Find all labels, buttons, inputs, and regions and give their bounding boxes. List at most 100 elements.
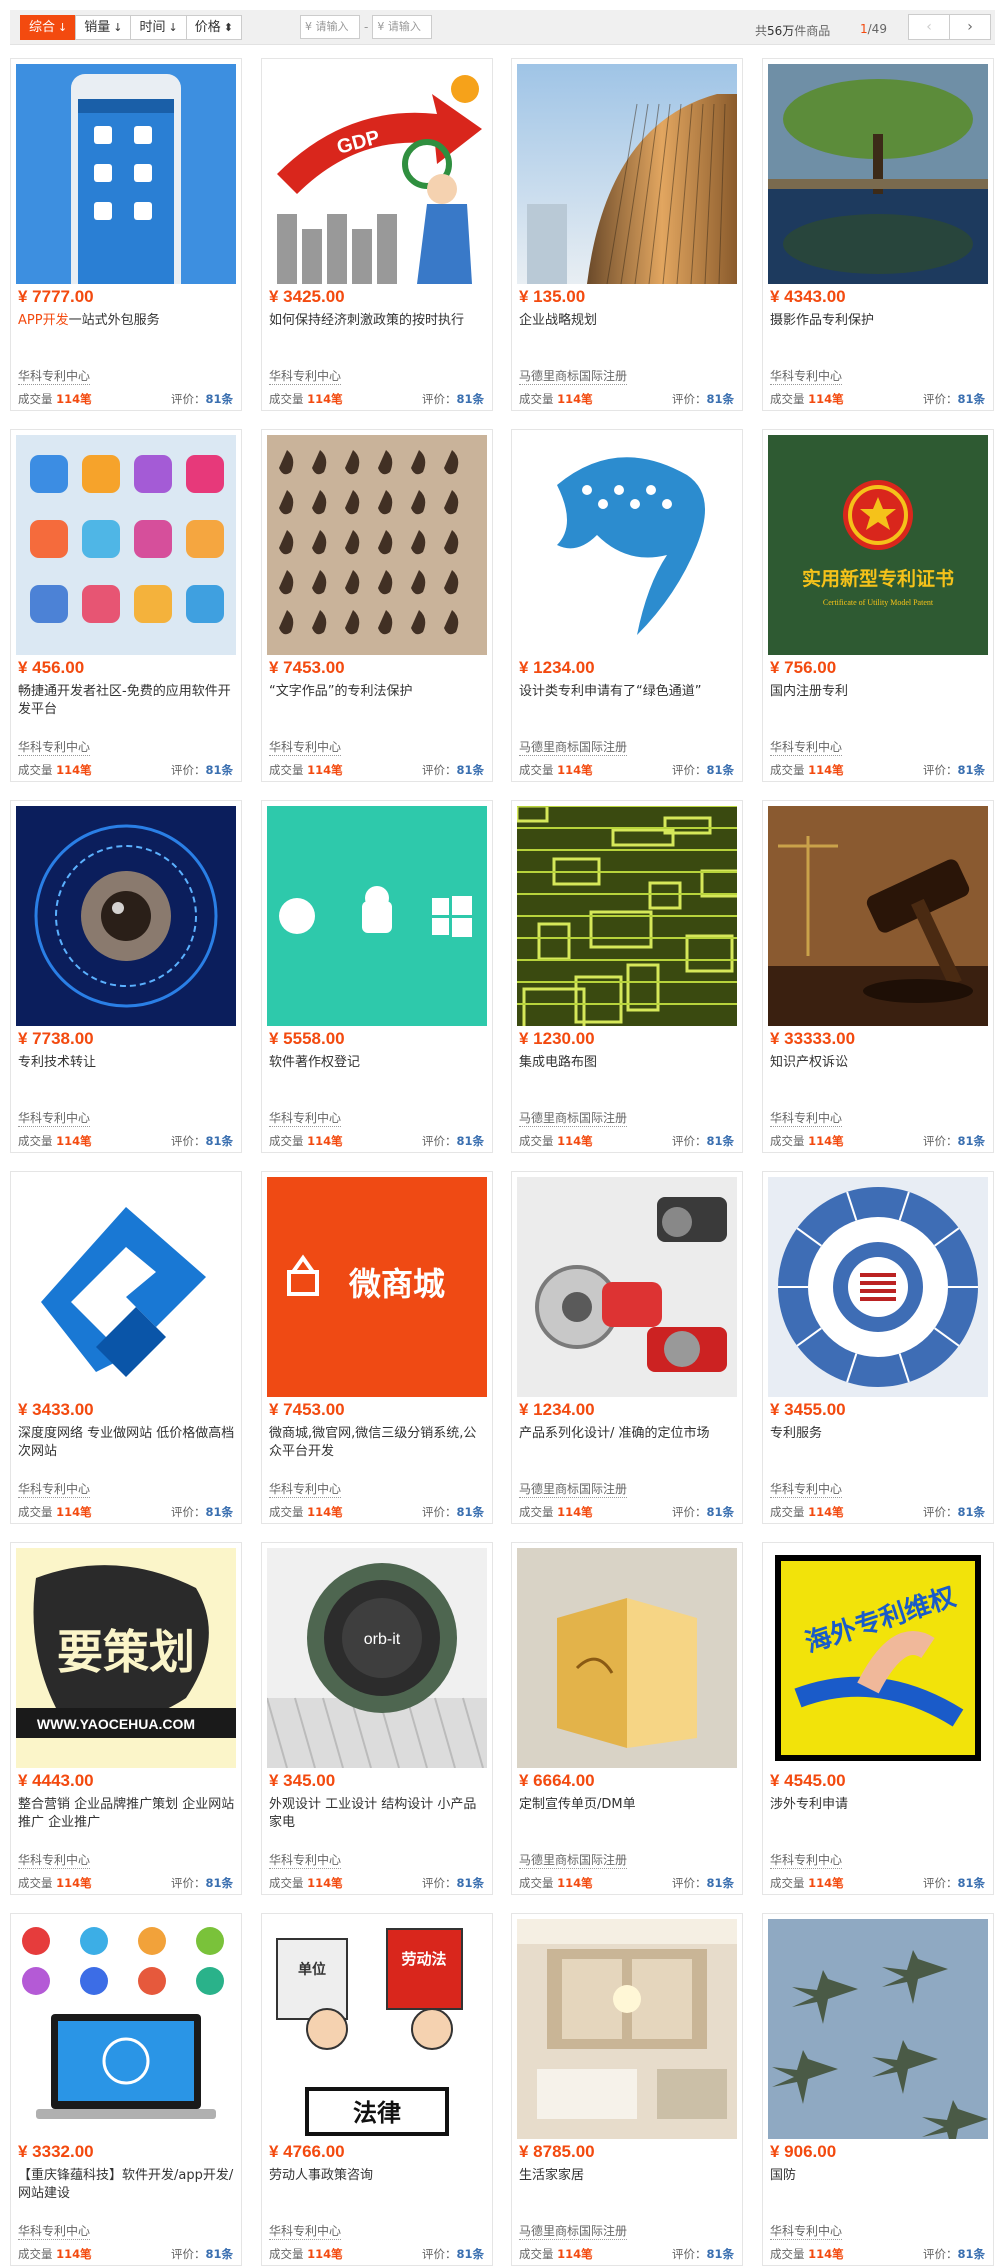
sort-sales-button[interactable]: 销量 ↓ [75, 15, 132, 40]
prev-page-button[interactable]: ‹ [908, 14, 950, 40]
product-image[interactable] [768, 1177, 988, 1397]
product-card[interactable]: ¥ 456.00 畅捷通开发者社区-免费的应用软件开发平台 华科专利中心 成交量… [10, 429, 242, 782]
review-count[interactable]: 评价：81条 [422, 1504, 484, 1520]
review-count[interactable]: 评价：81条 [422, 1133, 484, 1149]
product-title-link[interactable]: 微商城,微官网,微信三级分销系统,公众平台开发 [269, 1425, 487, 1461]
product-card[interactable]: ¥ 7453.00 “文字作品”的专利法保护 华科专利中心 成交量 114笔 评… [261, 429, 493, 782]
product-image[interactable]: 微商城 [267, 1177, 487, 1397]
sort-price-button[interactable]: 价格 ⬍ [185, 15, 242, 40]
product-card[interactable]: ¥ 33333.00 知识产权诉讼 华科专利中心 成交量 114笔 评价：81条 [762, 800, 994, 1153]
review-count[interactable]: 评价：81条 [422, 391, 484, 407]
product-image[interactable] [267, 435, 487, 655]
product-title-link[interactable]: 设计类专利申请有了“绿色通道” [519, 683, 737, 701]
shop-link[interactable]: 马德里商标国际注册 [519, 369, 628, 385]
product-image[interactable] [768, 64, 988, 284]
review-count[interactable]: 评价：81条 [672, 762, 734, 778]
price-min-input[interactable]: ¥ 请输入 [300, 15, 360, 39]
review-count[interactable]: 评价：81条 [171, 762, 233, 778]
product-title-link[interactable]: 集成电路布图 [519, 1054, 737, 1072]
product-card[interactable]: ¥ 7738.00 专利技术转让 华科专利中心 成交量 114笔 评价：81条 [10, 800, 242, 1153]
product-image[interactable]: 海外专利维权 [768, 1548, 988, 1768]
product-image[interactable] [517, 1919, 737, 2139]
product-card[interactable]: 劳动法 单位 法律 ¥ 4766.00 劳动人事政策咨询 华科专利中心 成交量 11… [261, 1913, 493, 2266]
shop-link[interactable]: 马德里商标国际注册 [519, 1482, 628, 1498]
shop-link[interactable]: 华科专利中心 [269, 740, 342, 756]
shop-link[interactable]: 华科专利中心 [18, 1111, 91, 1127]
product-card[interactable]: ¥ 4343.00 摄影作品专利保护 华科专利中心 成交量 114笔 评价：81… [762, 58, 994, 411]
review-count[interactable]: 评价：81条 [422, 2246, 484, 2262]
product-title-link[interactable]: 专利技术转让 [18, 1054, 236, 1072]
product-title-link[interactable]: 国内注册专利 [770, 683, 988, 701]
shop-link[interactable]: 华科专利中心 [770, 369, 843, 385]
product-title-link[interactable]: 企业战略规划 [519, 312, 737, 330]
shop-link[interactable]: 马德里商标国际注册 [519, 740, 628, 756]
product-title-link[interactable]: 畅捷通开发者社区-免费的应用软件开发平台 [18, 683, 236, 719]
product-image[interactable]: GDP [267, 64, 487, 284]
review-count[interactable]: 评价：81条 [923, 391, 985, 407]
product-image[interactable] [16, 1919, 236, 2139]
product-image[interactable]: 要策划 WWW.YAOCEHUA.COM [16, 1548, 236, 1768]
review-count[interactable]: 评价：81条 [171, 2246, 233, 2262]
shop-link[interactable]: 华科专利中心 [18, 740, 91, 756]
shop-link[interactable]: 华科专利中心 [770, 1482, 843, 1498]
product-card[interactable]: 实用新型专利证书 Certificate of Utility Model Pat… [762, 429, 994, 782]
shop-link[interactable]: 华科专利中心 [770, 1111, 843, 1127]
product-card[interactable]: ¥ 3455.00 专利服务 华科专利中心 成交量 114笔 评价：81条 [762, 1171, 994, 1524]
sort-time-button[interactable]: 时间 ↓ [130, 15, 187, 40]
review-count[interactable]: 评价：81条 [672, 1133, 734, 1149]
product-image[interactable] [517, 435, 737, 655]
product-title-link[interactable]: 劳动人事政策咨询 [269, 2167, 487, 2185]
product-image[interactable]: 劳动法 单位 法律 [267, 1919, 487, 2139]
review-count[interactable]: 评价：81条 [923, 762, 985, 778]
review-count[interactable]: 评价：81条 [171, 391, 233, 407]
product-card[interactable]: ¥ 5558.00 软件著作权登记 华科专利中心 成交量 114笔 评价：81条 [261, 800, 493, 1153]
product-image[interactable] [517, 1548, 737, 1768]
product-card[interactable]: ¥ 906.00 国防 华科专利中心 成交量 114笔 评价：81条 [762, 1913, 994, 2266]
product-title-link[interactable]: 生活家家居 [519, 2167, 737, 2185]
product-title-link[interactable]: 软件著作权登记 [269, 1054, 487, 1072]
product-image[interactable] [768, 806, 988, 1026]
shop-link[interactable]: 华科专利中心 [18, 2224, 91, 2240]
shop-link[interactable]: 华科专利中心 [269, 369, 342, 385]
product-card[interactable]: ¥ 6664.00 定制宣传单页/DM单 马德里商标国际注册 成交量 114笔 … [511, 1542, 743, 1895]
shop-link[interactable]: 华科专利中心 [770, 1853, 843, 1869]
review-count[interactable]: 评价：81条 [923, 2246, 985, 2262]
product-image[interactable]: orb-it [267, 1548, 487, 1768]
review-count[interactable]: 评价：81条 [923, 1133, 985, 1149]
product-card[interactable]: ¥ 135.00 企业战略规划 马德里商标国际注册 成交量 114笔 评价：81… [511, 58, 743, 411]
product-title-link[interactable]: 摄影作品专利保护 [770, 312, 988, 330]
product-card[interactable]: ¥ 7777.00 APP开发一站式外包服务 华科专利中心 成交量 114笔 评… [10, 58, 242, 411]
product-card[interactable]: orb-it ¥ 345.00 外观设计 工业设计 结构设计 小产品家电 华科专… [261, 1542, 493, 1895]
product-card[interactable]: 要策划 WWW.YAOCEHUA.COM ¥ 4443.00 整合营销 企业品牌推… [10, 1542, 242, 1895]
review-count[interactable]: 评价：81条 [672, 1504, 734, 1520]
product-title-link[interactable]: 涉外专利申请 [770, 1796, 988, 1814]
product-image[interactable] [16, 1177, 236, 1397]
review-count[interactable]: 评价：81条 [171, 1133, 233, 1149]
price-max-input[interactable]: ¥ 请输入 [372, 15, 433, 39]
product-title-link[interactable]: 如何保持经济刺激政策的按时执行 [269, 312, 487, 330]
product-title-link[interactable]: 外观设计 工业设计 结构设计 小产品家电 [269, 1796, 487, 1832]
product-image[interactable] [517, 806, 737, 1026]
product-image[interactable] [16, 435, 236, 655]
review-count[interactable]: 评价：81条 [923, 1504, 985, 1520]
product-title-link[interactable]: 定制宣传单页/DM单 [519, 1796, 737, 1814]
product-card[interactable]: ¥ 1234.00 设计类专利申请有了“绿色通道” 马德里商标国际注册 成交量 … [511, 429, 743, 782]
shop-link[interactable]: 华科专利中心 [269, 1853, 342, 1869]
product-image[interactable] [267, 806, 487, 1026]
product-card[interactable]: ¥ 3433.00 深度度网络 专业做网站 低价格做高档次网站 华科专利中心 成… [10, 1171, 242, 1524]
product-title-link[interactable]: “文字作品”的专利法保护 [269, 683, 487, 701]
product-title-link[interactable]: 【重庆锋蕴科技】软件开发/app开发/网站建设 [18, 2167, 236, 2203]
shop-link[interactable]: 华科专利中心 [18, 369, 91, 385]
shop-link[interactable]: 华科专利中心 [770, 740, 843, 756]
product-image[interactable] [16, 64, 236, 284]
product-image[interactable] [768, 1919, 988, 2139]
product-title-link[interactable]: 知识产权诉讼 [770, 1054, 988, 1072]
shop-link[interactable]: 华科专利中心 [770, 2224, 843, 2240]
review-count[interactable]: 评价：81条 [672, 2246, 734, 2262]
product-card[interactable]: 海外专利维权 ¥ 4545.00 涉外专利申请 华科专利中心 成交量 114笔 … [762, 1542, 994, 1895]
review-count[interactable]: 评价：81条 [171, 1875, 233, 1891]
review-count[interactable]: 评价：81条 [672, 1875, 734, 1891]
product-card[interactable]: ¥ 1230.00 集成电路布图 马德里商标国际注册 成交量 114笔 评价：8… [511, 800, 743, 1153]
review-count[interactable]: 评价：81条 [422, 762, 484, 778]
product-image[interactable] [16, 806, 236, 1026]
